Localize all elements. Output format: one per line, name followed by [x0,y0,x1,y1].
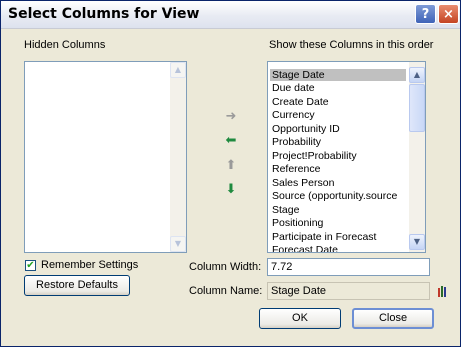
column-name-field: Stage Date [267,282,430,300]
hidden-columns-list[interactable]: ▲ ▼ [24,61,187,253]
list-item[interactable]: Participate in Forecast [270,231,376,243]
list-item[interactable]: Positioning [270,217,323,229]
move-left-icon[interactable]: ⬅ [224,134,238,148]
restore-defaults-button[interactable]: Restore Defaults [24,275,130,296]
list-item[interactable]: Stage Date [270,69,406,81]
shown-columns-list[interactable]: Stage Date Due date Create Date Currency… [267,61,426,253]
column-width-field[interactable]: 7.72 [267,258,430,276]
list-item[interactable]: Project!Probability [270,150,357,162]
move-down-icon[interactable]: ⬇ [224,183,238,197]
scroll-up-icon[interactable]: ▲ [170,62,186,78]
hidden-list-scrollbar[interactable]: ▲ ▼ [170,62,186,252]
select-columns-dialog: Select Columns for View ? × Hidden Colum… [0,0,461,347]
list-item[interactable]: Probability [270,136,321,148]
ok-button[interactable]: OK [259,308,341,329]
hidden-columns-label: Hidden Columns [24,39,106,51]
move-up-icon[interactable]: ⬆ [224,159,238,173]
list-item[interactable]: Reference [270,163,320,175]
column-name-label: Column Name: [189,285,263,297]
close-button[interactable]: Close [352,308,434,329]
scroll-up-icon[interactable]: ▲ [409,67,425,83]
list-item[interactable]: Create Date [270,96,329,108]
shown-list-scrollbar[interactable]: ▲ ▼ [409,62,425,252]
column-width-label: Column Width: [189,261,262,273]
remember-settings-label: Remember Settings [41,259,139,271]
scroll-down-icon[interactable]: ▼ [170,236,186,252]
scroll-thumb[interactable] [409,84,425,132]
list-item[interactable]: Sales Person [270,177,334,189]
list-item[interactable]: Currency [270,109,315,121]
list-item[interactable]: Forecast Date [270,244,338,252]
dialog-title: Select Columns for View [8,6,200,22]
title-bar[interactable]: Select Columns for View ? × [1,1,460,29]
list-item[interactable]: Opportunity ID [270,123,340,135]
move-right-icon[interactable]: ➜ [224,110,238,124]
list-item[interactable]: Stage [270,204,299,216]
scroll-down-icon[interactable]: ▼ [409,234,425,250]
close-window-button[interactable]: × [438,4,459,24]
list-item[interactable]: Due date [270,82,315,94]
list-item[interactable]: Source (opportunity.source [270,190,397,202]
column-picker-icon[interactable] [438,286,448,297]
shown-columns-label: Show these Columns in this order [269,39,434,51]
remember-settings-checkbox[interactable]: ✔ [25,260,36,271]
help-button[interactable]: ? [415,4,436,24]
